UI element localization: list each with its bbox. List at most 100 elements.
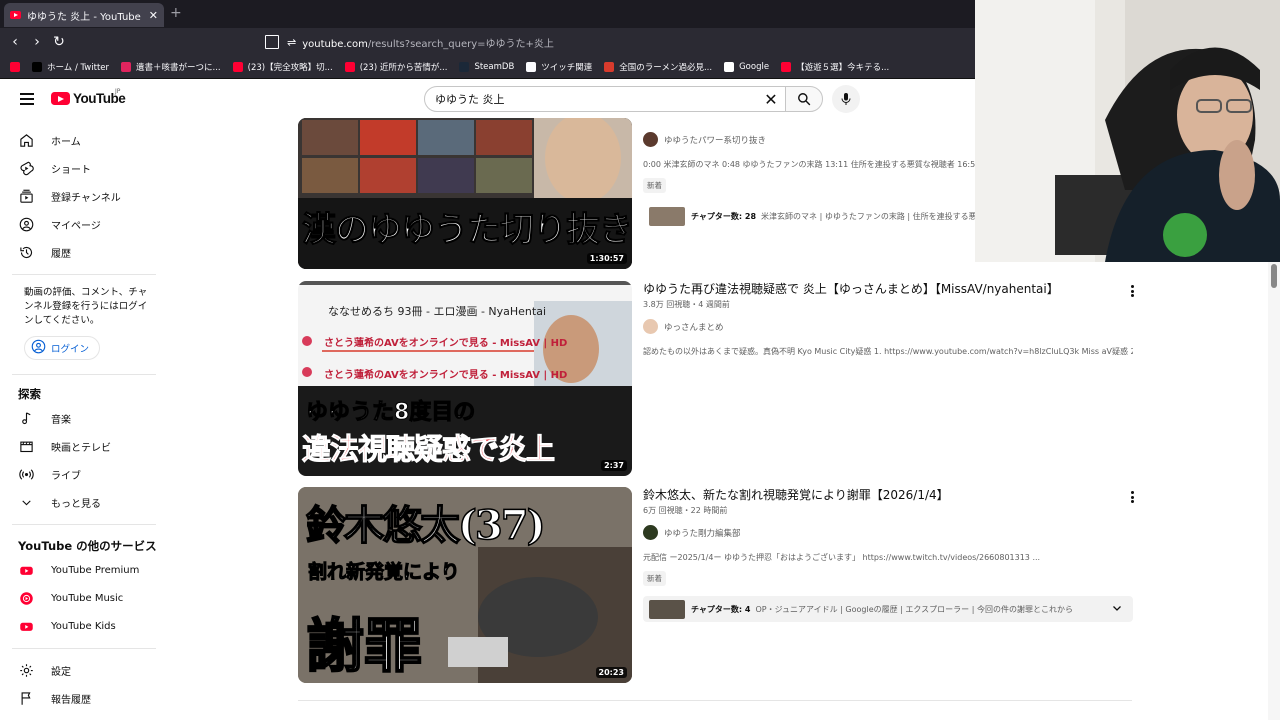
sidebar-item-label: YouTube Premium: [51, 564, 140, 576]
bookmark-label: (23) 近所から苦情が...: [359, 63, 448, 73]
menu-icon[interactable]: [20, 93, 34, 105]
webcam-image: [975, 0, 1280, 262]
video-description: 認めたもの以外はあくまで疑惑。真偽不明 Kyo Music City疑惑 1. …: [643, 347, 1133, 356]
channel-name: ゆゆうた剛力編集部: [664, 528, 741, 539]
back-button[interactable]: ‹: [4, 34, 26, 50]
tab-close-icon[interactable]: ✕: [149, 9, 158, 22]
search-input[interactable]: ゆゆうた 炎上 ✕: [424, 86, 786, 112]
sidebar-item-history[interactable]: 履歴: [18, 242, 71, 262]
video-title[interactable]: ゆゆうた再び違法視聴疑惑で 炎上【ゆっさんまとめ】【MissAV/nyahent…: [643, 281, 1133, 297]
video-thumbnail[interactable]: 漢のゆゆうた切り抜き 1:30:57: [298, 118, 632, 269]
clear-search-icon[interactable]: ✕: [757, 90, 785, 109]
bookmark-item[interactable]: 全国のラーメン過必見...: [598, 61, 718, 73]
video-thumbnail[interactable]: ななせめるち 93冊 - エロ漫画 - NyaHentai さとう蓮希のAVをオ…: [298, 281, 632, 476]
reload-button[interactable]: ↻: [48, 34, 70, 50]
youtube-icon: [10, 62, 20, 72]
search-result[interactable]: 鈴木悠太(37) 割れ新発覚により 謝罪 20:23 鈴木悠太、新たな割れ視聴発…: [298, 487, 1138, 683]
bookmark-page-icon[interactable]: [265, 35, 279, 49]
bookmark-item[interactable]: (23)【完全攻略】切...: [227, 61, 339, 73]
bookmark-item[interactable]: 【遊遊５選】今キテる...: [775, 61, 895, 73]
thumbnail-caption: 違法視聴疑惑で炎上: [301, 432, 555, 467]
sidebar-divider: [12, 374, 156, 375]
channel-avatar: [643, 525, 658, 540]
video-duration: 2:37: [601, 460, 627, 471]
flag-icon: [18, 690, 34, 706]
bookmark-item[interactable]: 遺書＋咳書がーつに...: [115, 61, 227, 73]
thumbnail-caption: ゆゆうた8度目の: [305, 400, 476, 426]
sidebar-item-music[interactable]: 音楽: [18, 408, 71, 428]
youtube-music-icon: [18, 590, 34, 606]
tab-title: ゆゆうた 炎上 - YouTube: [27, 11, 141, 23]
shorts-icon: [18, 160, 34, 176]
bookmark-item[interactable]: ホーム / Twitter: [26, 61, 115, 73]
sidebar-item-label: YouTube Kids: [51, 620, 116, 632]
microphone-icon: [841, 93, 851, 105]
channel-link[interactable]: ゆゆうた剛力編集部: [643, 525, 1133, 540]
more-actions-icon[interactable]: [1126, 489, 1138, 505]
film-icon: [18, 438, 34, 454]
bookmark-label: Google: [739, 62, 770, 72]
chapters-list: 米津玄師のマネ | ゆゆうたファンの末路 | 住所を連投する悪質: [761, 211, 985, 221]
active-tab[interactable]: ゆゆうた 炎上 - YouTube ✕: [4, 3, 164, 27]
search-result[interactable]: ななせめるち 93冊 - エロ漫画 - NyaHentai さとう蓮希のAVをオ…: [298, 281, 1138, 476]
thumbnail-caption: 鈴木悠太(37): [305, 501, 546, 550]
youtube-kids-icon: [18, 618, 34, 634]
bookmark-label: ツイッチ関連: [541, 63, 593, 73]
settings-icon: [18, 662, 34, 678]
channel-avatar: [643, 132, 658, 147]
live-icon: [18, 466, 34, 482]
sidebar-item-report-history[interactable]: 報告履歴: [18, 688, 91, 708]
thumbnail-caption: 割れ新発覚により: [308, 561, 461, 584]
chevron-down-icon[interactable]: [1111, 602, 1123, 616]
sidebar-item-home[interactable]: ホーム: [18, 130, 81, 150]
scrollbar-thumb[interactable]: [1271, 264, 1277, 288]
sidebar-item-shorts[interactable]: ショート: [18, 158, 91, 178]
site-info-icon[interactable]: ⇌: [287, 36, 296, 49]
sidebar-item-mypage[interactable]: マイページ: [18, 214, 101, 234]
sidebar-item-label: 映画とテレビ: [51, 442, 111, 454]
sidebar-item-youtube-premium[interactable]: YouTube Premium: [18, 560, 139, 580]
voice-search-button[interactable]: [832, 85, 860, 113]
youtube-icon: [781, 62, 792, 72]
more-actions-icon[interactable]: [1126, 283, 1138, 299]
search-button[interactable]: [785, 86, 823, 112]
thumbnail-line: さとう蓮希のAVをオンラインで見る - MissAV | HD: [324, 370, 568, 381]
video-title[interactable]: 鈴木悠太、新たな割れ視聴発覚により謝罪【2026/1/4】: [643, 487, 1133, 503]
chapters-count: チャプター数: 28: [691, 211, 757, 221]
sidebar-item-label: 登録チャンネル: [51, 192, 121, 204]
bookmark-icon: [121, 62, 132, 72]
folder-icon: [526, 62, 537, 72]
bookmark-item[interactable]: SteamDB: [453, 62, 520, 72]
sidebar-item-more[interactable]: もっと見る: [18, 492, 101, 512]
forward-button[interactable]: ›: [26, 34, 48, 50]
ramen-icon: [604, 62, 615, 72]
sidebar-item-live[interactable]: ライブ: [18, 464, 81, 484]
video-thumbnail[interactable]: 鈴木悠太(37) 割れ新発覚により 謝罪 20:23: [298, 487, 632, 683]
chapters-row[interactable]: チャプター数: 4 OP・ジュニアアイドル | Googleの履歴 | エクスプ…: [643, 596, 1133, 622]
bookmark-label: SteamDB: [474, 62, 515, 72]
bookmark-label: (23)【完全攻略】切...: [247, 63, 333, 73]
video-duration: 1:30:57: [586, 253, 627, 264]
sidebar-item-movies[interactable]: 映画とテレビ: [18, 436, 111, 456]
sidebar-item-label: ライブ: [51, 470, 81, 482]
sidebar-item-label: 設定: [51, 666, 71, 678]
bookmark-item[interactable]: ツイッチ関連: [520, 61, 598, 73]
video-meta: 6万 回視聴・22 時間前: [643, 506, 728, 515]
bookmark-item[interactable]: [4, 62, 26, 72]
login-button[interactable]: ログイン: [24, 336, 101, 360]
webcam-overlay: [975, 0, 1280, 262]
bookmark-label: 遺書＋咳書がーつに...: [136, 63, 221, 73]
new-tab-button[interactable]: +: [170, 5, 182, 21]
bookmark-item[interactable]: Google: [718, 62, 775, 72]
page-scrollbar[interactable]: [1268, 262, 1280, 720]
video-info: ゆゆうた再び違法視聴疑惑で 炎上【ゆっさんまとめ】【MissAV/nyahent…: [643, 281, 1133, 357]
sidebar-item-youtube-music[interactable]: YouTube Music: [18, 588, 123, 608]
new-badge: 新着: [643, 571, 666, 586]
sidebar-item-settings[interactable]: 設定: [18, 660, 71, 680]
channel-link[interactable]: ゆっさんまとめ: [643, 319, 1133, 334]
sidebar-item-subscriptions[interactable]: 登録チャンネル: [18, 186, 121, 206]
region-code: JP: [115, 88, 121, 95]
address-bar[interactable]: youtube.com/results?search_query=ゆゆうた+炎上: [302, 35, 554, 50]
sidebar-item-youtube-kids[interactable]: YouTube Kids: [18, 616, 116, 636]
bookmark-item[interactable]: (23) 近所から苦情が...: [339, 61, 454, 73]
